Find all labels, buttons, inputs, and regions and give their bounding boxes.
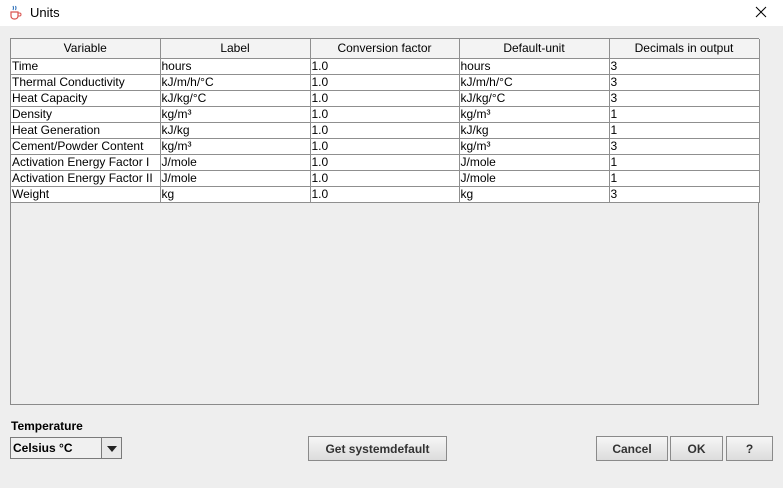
decimals-cell[interactable]: 1 [608,121,760,139]
conversion-factor-cell[interactable]: 1.0 [309,89,460,107]
conversion-factor-cell[interactable]: 1.0 [309,137,460,155]
label-cell[interactable]: J/mole [159,169,311,187]
table-row[interactable]: Weight kg 1.0 kg 3 [11,185,760,203]
decimals-cell[interactable]: 1 [608,169,760,187]
dropdown-arrow-button[interactable] [101,438,121,458]
conversion-factor-cell[interactable]: 1.0 [309,105,460,123]
window-title: Units [30,5,60,20]
decimals-cell[interactable]: 1 [608,153,760,171]
default-unit-cell[interactable]: J/mole [458,169,610,187]
table-row[interactable]: Activation Energy Factor II J/mole 1.0 J… [11,169,760,187]
temperature-selected-value: Celsius °C [13,441,73,455]
chevron-down-icon [106,441,117,455]
default-unit-cell[interactable]: hours [458,57,610,75]
variable-cell[interactable]: Density [11,105,161,123]
temperature-label: Temperature [11,419,83,433]
title-bar: Units [0,0,783,26]
label-cell[interactable]: kJ/kg [159,121,311,139]
column-header-label[interactable]: Label [159,39,311,59]
label-cell[interactable]: kg [159,185,311,203]
default-unit-cell[interactable]: kg/m³ [458,137,610,155]
variable-cell[interactable]: Heat Capacity [11,89,161,107]
variable-cell[interactable]: Time [11,57,161,75]
label-cell[interactable]: hours [159,57,311,75]
variable-cell[interactable]: Cement/Powder Content [11,137,161,155]
label-cell[interactable]: kJ/kg/°C [159,89,311,107]
default-unit-cell[interactable]: J/mole [458,153,610,171]
label-cell[interactable]: kg/m³ [159,105,311,123]
table-header-row: Variable Label Conversion factor Default… [11,39,760,59]
decimals-cell[interactable]: 1 [608,105,760,123]
units-table-viewport[interactable]: Variable Label Conversion factor Default… [10,38,760,405]
ok-button[interactable]: OK [670,436,723,461]
table-row[interactable]: Activation Energy Factor I J/mole 1.0 J/… [11,153,760,171]
default-unit-cell[interactable]: kJ/kg/°C [458,89,610,107]
decimals-cell[interactable]: 3 [608,89,760,107]
units-table: Variable Label Conversion factor Default… [11,39,760,203]
label-cell[interactable]: J/mole [159,153,311,171]
close-icon [755,6,767,21]
temperature-select[interactable]: Celsius °C [10,437,122,459]
label-cell[interactable]: kg/m³ [159,137,311,155]
conversion-factor-cell[interactable]: 1.0 [309,185,460,203]
default-unit-cell[interactable]: kJ/m/h/°C [458,73,610,91]
default-unit-cell[interactable]: kg/m³ [458,105,610,123]
table-row[interactable]: Cement/Powder Content kg/m³ 1.0 kg/m³ 3 [11,137,760,155]
column-header-decimals[interactable]: Decimals in output [608,39,760,59]
java-cup-icon [7,4,23,20]
decimals-cell[interactable]: 3 [608,57,760,75]
variable-cell[interactable]: Activation Energy Factor I [11,153,161,171]
close-button[interactable] [739,0,783,26]
cancel-button[interactable]: Cancel [596,436,668,461]
decimals-cell[interactable]: 3 [608,185,760,203]
table-row[interactable]: Density kg/m³ 1.0 kg/m³ 1 [11,105,760,123]
help-button[interactable]: ? [726,436,773,461]
table-row[interactable]: Heat Generation kJ/kg 1.0 kJ/kg 1 [11,121,760,139]
column-header-conversion-factor[interactable]: Conversion factor [309,39,460,59]
conversion-factor-cell[interactable]: 1.0 [309,73,460,91]
table-row[interactable]: Time hours 1.0 hours 3 [11,57,760,75]
conversion-factor-cell[interactable]: 1.0 [309,169,460,187]
default-unit-cell[interactable]: kg [458,185,610,203]
table-row[interactable]: Thermal Conductivity kJ/m/h/°C 1.0 kJ/m/… [11,73,760,91]
label-cell[interactable]: kJ/m/h/°C [159,73,311,91]
column-header-variable[interactable]: Variable [11,39,161,59]
decimals-cell[interactable]: 3 [608,137,760,155]
decimals-cell[interactable]: 3 [608,73,760,91]
conversion-factor-cell[interactable]: 1.0 [309,153,460,171]
conversion-factor-cell[interactable]: 1.0 [309,57,460,75]
get-systemdefault-button[interactable]: Get systemdefault [308,436,447,461]
column-header-default-unit[interactable]: Default-unit [458,39,610,59]
variable-cell[interactable]: Weight [11,185,161,203]
default-unit-cell[interactable]: kJ/kg [458,121,610,139]
conversion-factor-cell[interactable]: 1.0 [309,121,460,139]
variable-cell[interactable]: Thermal Conductivity [11,73,161,91]
variable-cell[interactable]: Heat Generation [11,121,161,139]
table-row[interactable]: Heat Capacity kJ/kg/°C 1.0 kJ/kg/°C 3 [11,89,760,107]
variable-cell[interactable]: Activation Energy Factor II [11,169,161,187]
